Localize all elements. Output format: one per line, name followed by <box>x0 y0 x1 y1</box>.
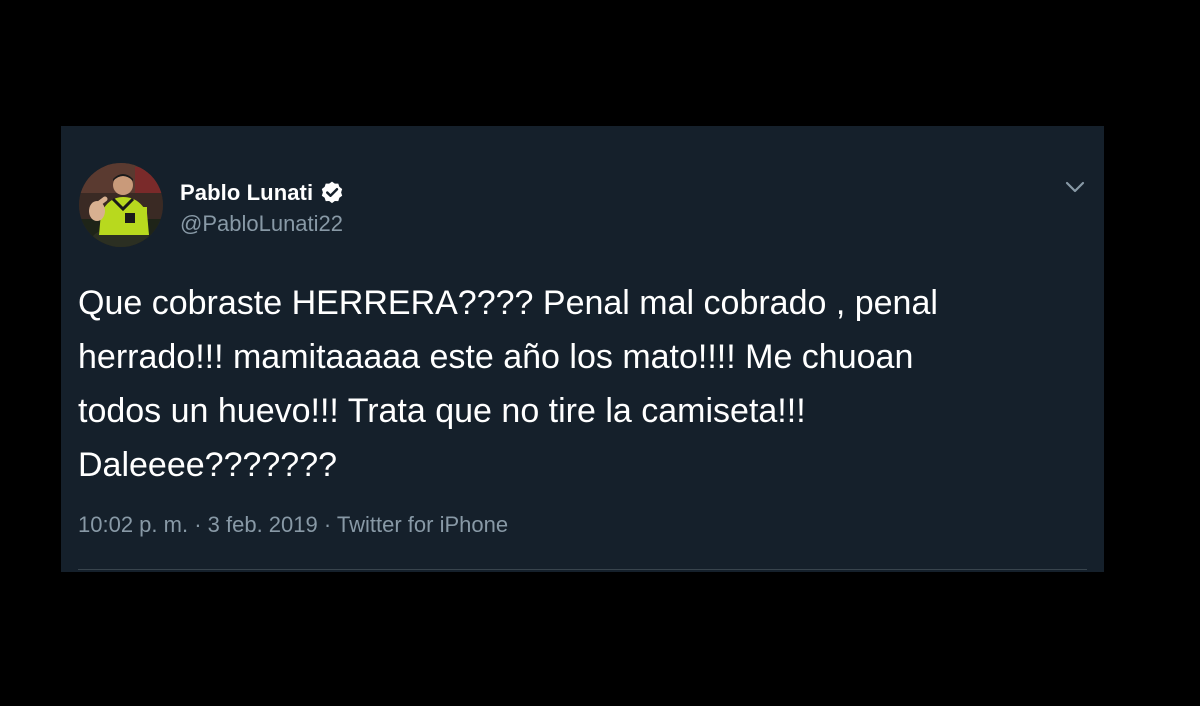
divider <box>78 569 1087 570</box>
meta-separator: · <box>188 512 208 537</box>
verified-badge-icon <box>319 180 345 206</box>
author-name-row: Pablo Lunati <box>180 178 345 208</box>
tweet-menu-button[interactable] <box>1062 176 1088 198</box>
author-handle[interactable]: @PabloLunati22 <box>180 211 343 237</box>
tweet-time[interactable]: 10:02 p. m. <box>78 512 188 537</box>
chevron-down-icon <box>1065 181 1085 193</box>
tweet-card: Pablo Lunati @PabloLunati22 Que cobraste… <box>61 126 1104 572</box>
tweet-source-link[interactable]: Twitter for iPhone <box>337 512 508 537</box>
tweet-date[interactable]: 3 feb. 2019 <box>208 512 318 537</box>
avatar[interactable] <box>79 163 163 247</box>
meta-separator: · <box>317 512 337 537</box>
tweet-metadata: 10:02 p. m. · 3 feb. 2019 · Twitter for … <box>78 512 508 538</box>
tweet-text: Que cobraste HERRERA???? Penal mal cobra… <box>78 284 938 484</box>
display-name[interactable]: Pablo Lunati <box>180 180 313 206</box>
referee-photo-avatar <box>79 163 163 247</box>
